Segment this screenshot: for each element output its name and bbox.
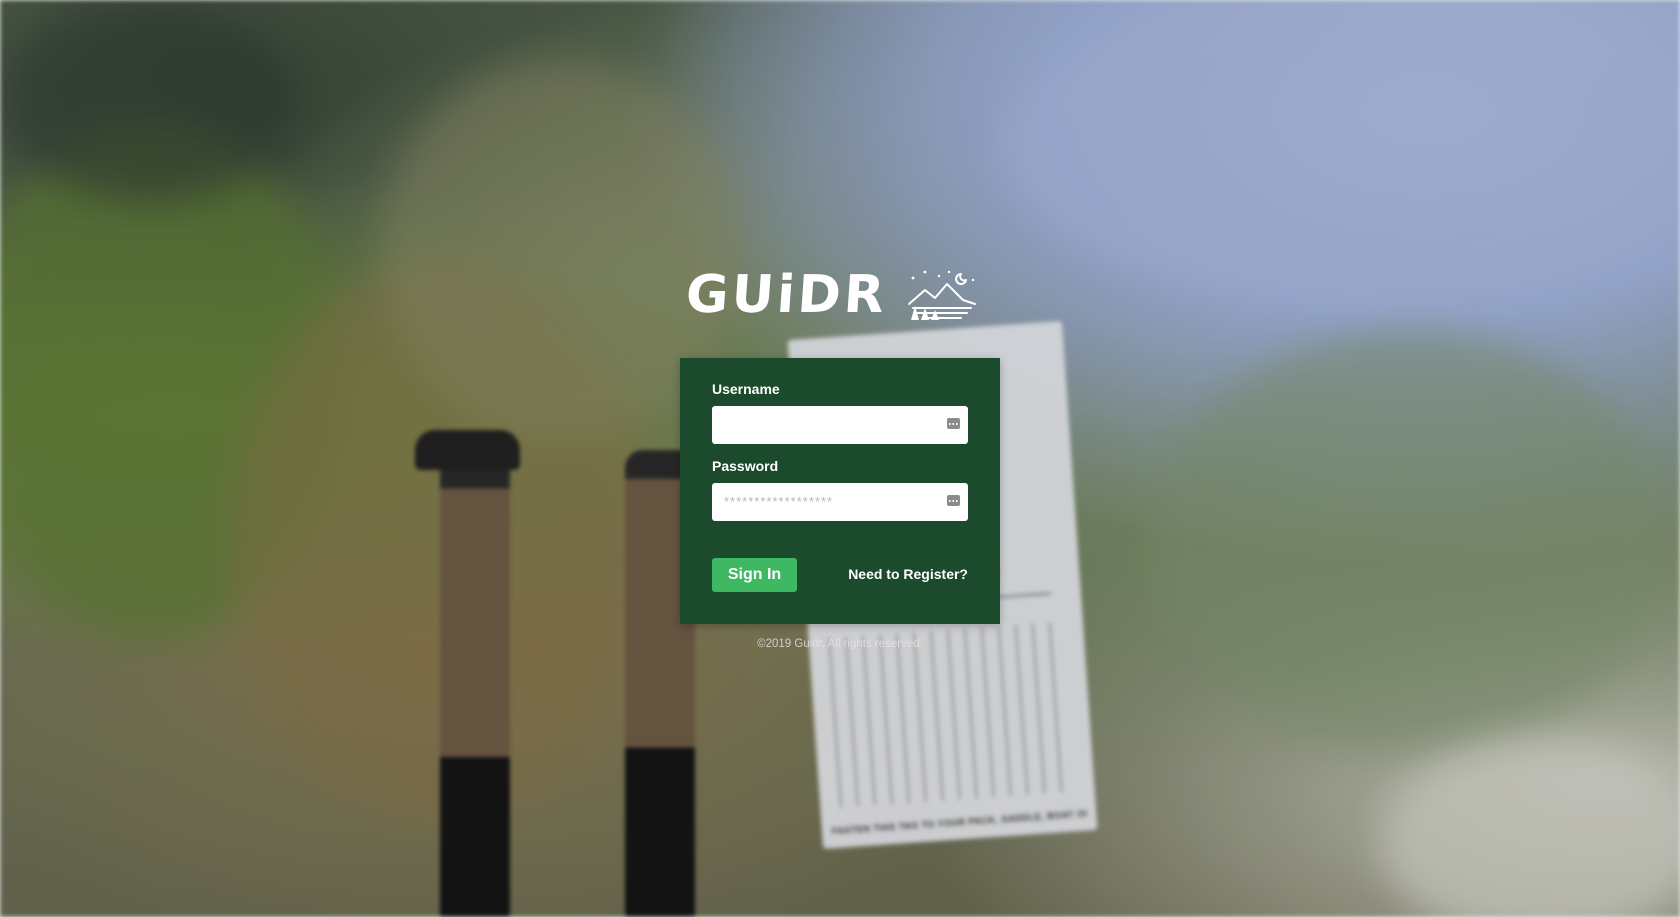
copyright-text: ©2019 Guidr. All rights reserved. <box>757 638 923 650</box>
username-field-wrapper <box>712 406 968 444</box>
login-form: Username Password Sign In Need to Regist… <box>680 358 1000 624</box>
username-label: Username <box>712 381 780 397</box>
password-label: Password <box>712 458 779 474</box>
username-input[interactable] <box>712 406 954 442</box>
brand-logo: GUiDR <box>683 265 979 325</box>
login-page: ≡DARTEL FASTEN THIS TAG TO YOUR PACK, SA… <box>0 0 1680 917</box>
key-icon[interactable] <box>947 495 960 506</box>
password-input[interactable] <box>712 483 954 519</box>
register-link[interactable]: Need to Register? <box>848 566 968 582</box>
brand-wordmark: GUiDR <box>683 265 890 325</box>
password-field-wrapper <box>712 483 968 521</box>
sign-in-button[interactable]: Sign In <box>712 558 797 592</box>
key-icon[interactable] <box>947 418 960 429</box>
mountains-moon-trees-icon <box>907 270 976 320</box>
